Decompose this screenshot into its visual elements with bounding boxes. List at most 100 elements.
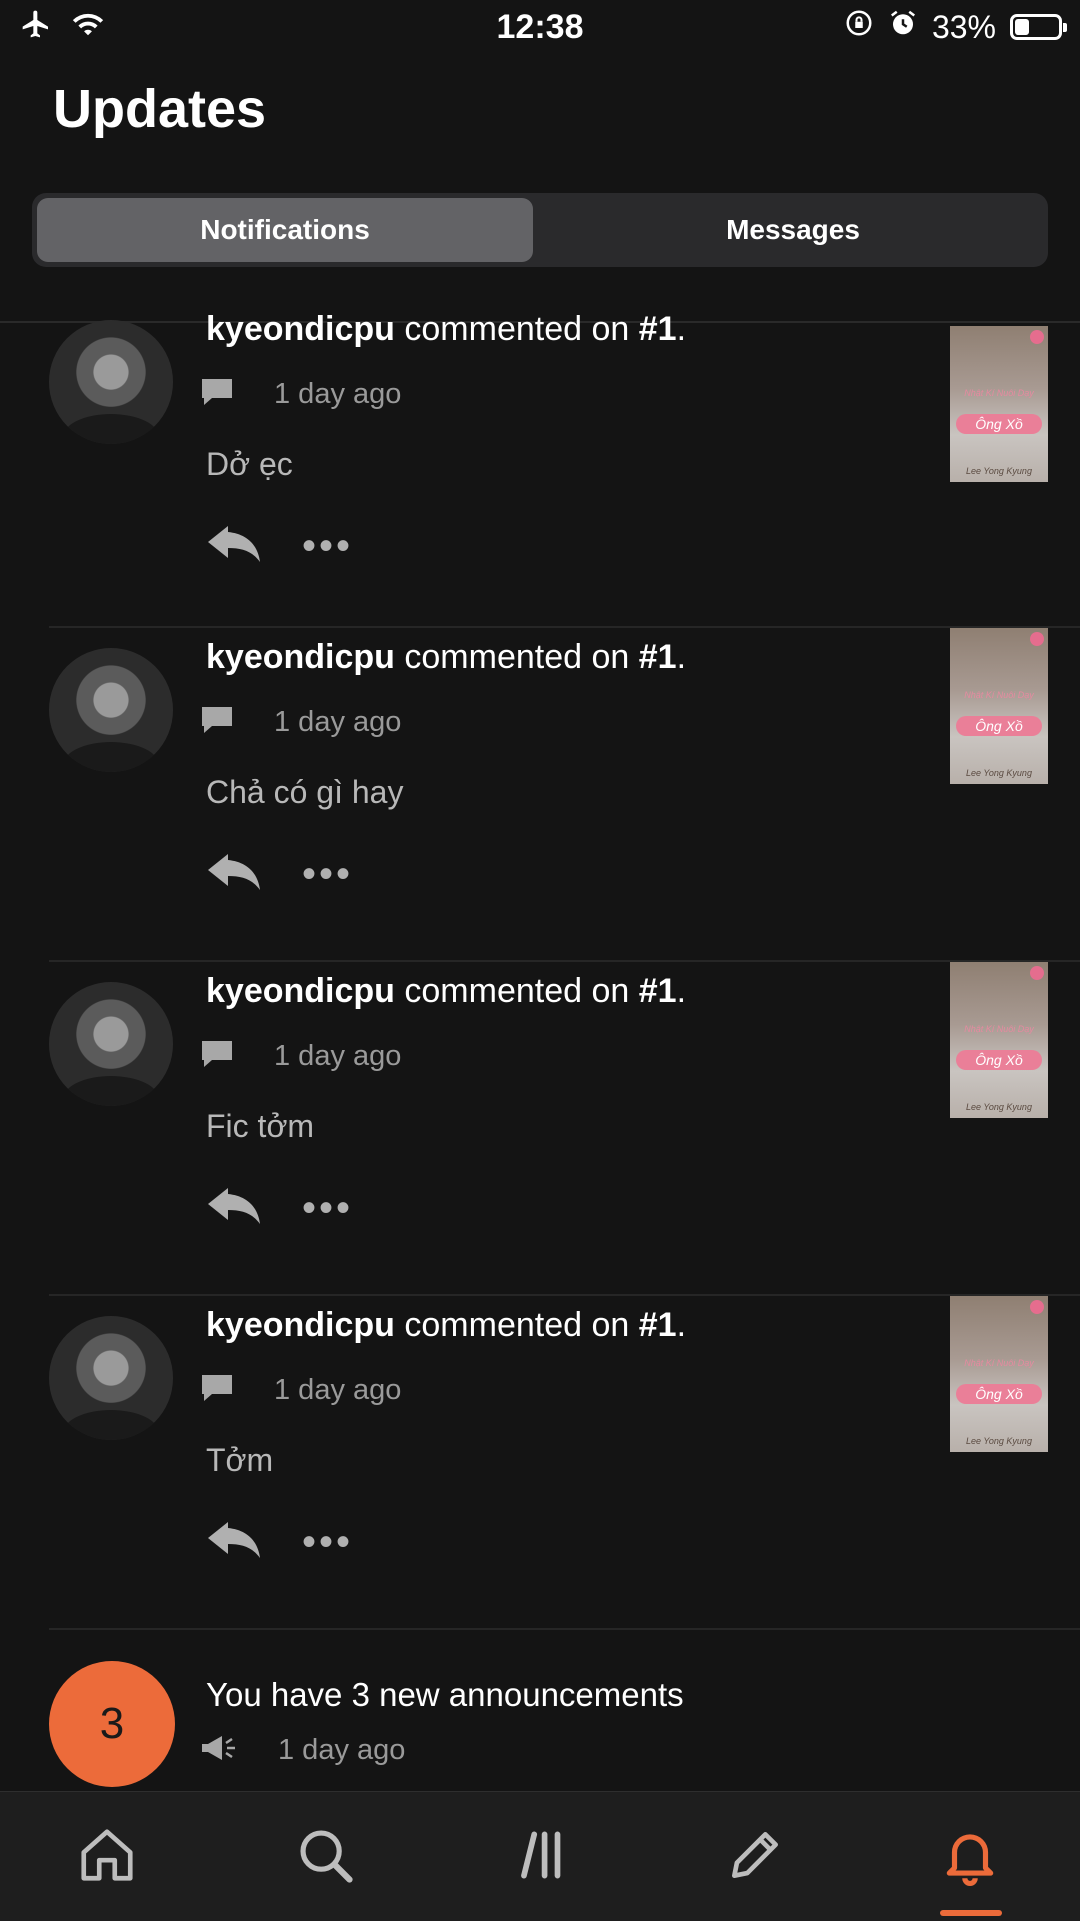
action-text: commented on xyxy=(404,1306,630,1344)
timestamp: 1 day ago xyxy=(274,1374,402,1406)
avatar[interactable] xyxy=(49,320,173,444)
notification-actions: ••• xyxy=(206,850,353,897)
notification-actions: ••• xyxy=(206,1184,353,1231)
notification-meta: 1 day ago xyxy=(200,1038,401,1075)
tab-notifications[interactable]: Notifications xyxy=(37,198,533,262)
cover-subtitle: Nhật Kí Nuôi Dạy xyxy=(964,1024,1034,1034)
username[interactable]: kyeondicpu xyxy=(206,972,395,1010)
story-cover-thumbnail[interactable]: Nhật Kí Nuôi Dạy Ông Xồ Lee Yong Kyung xyxy=(950,326,1048,482)
cover-title: Ông Xồ xyxy=(956,1384,1042,1404)
more-options-icon[interactable]: ••• xyxy=(302,526,353,566)
cover-subtitle: Nhật Kí Nuôi Dạy xyxy=(964,388,1034,398)
notification-item[interactable]: kyeondicpu commented on #1. 1 day ago Ch… xyxy=(0,628,1080,962)
notification-actions: ••• xyxy=(206,1518,353,1565)
alarm-icon xyxy=(888,8,918,46)
headline-period: . xyxy=(676,1306,687,1344)
reply-icon[interactable] xyxy=(206,1184,262,1231)
cover-badge-icon xyxy=(1030,330,1044,344)
cover-author: Lee Yong Kyung xyxy=(966,1436,1032,1446)
megaphone-icon xyxy=(200,1734,238,1767)
tab-messages[interactable]: Messages xyxy=(545,198,1041,262)
notification-meta: 1 day ago xyxy=(200,1372,401,1409)
item-divider xyxy=(49,1628,1080,1630)
action-text: commented on xyxy=(404,972,630,1010)
notification-item[interactable]: kyeondicpu commented on #1. 1 day ago Tở… xyxy=(0,1296,1080,1630)
comment-text[interactable]: Chả có gì hay xyxy=(206,774,403,811)
action-text: commented on xyxy=(404,638,630,676)
headline-period: . xyxy=(676,972,687,1010)
announcement-text[interactable]: You have 3 new announcements xyxy=(206,1676,684,1714)
reply-icon[interactable] xyxy=(206,522,262,569)
write-icon[interactable] xyxy=(715,1820,795,1890)
story-part-link[interactable]: #1 xyxy=(639,1306,677,1344)
comment-icon xyxy=(200,1038,234,1075)
reply-icon[interactable] xyxy=(206,1518,262,1565)
story-part-link[interactable]: #1 xyxy=(639,310,677,348)
avatar[interactable] xyxy=(49,648,173,772)
notification-item[interactable]: kyeondicpu commented on #1. 1 day ago Fi… xyxy=(0,962,1080,1296)
status-bar: 12:38 33% xyxy=(0,0,1080,56)
notification-meta: 1 day ago xyxy=(200,376,401,413)
more-options-icon[interactable]: ••• xyxy=(302,854,353,894)
cover-author: Lee Yong Kyung xyxy=(966,466,1032,476)
avatar[interactable] xyxy=(49,1316,173,1440)
announcement-meta: 1 day ago xyxy=(200,1734,405,1767)
comment-icon xyxy=(200,1372,234,1409)
cover-badge-icon xyxy=(1030,632,1044,646)
cover-title: Ông Xồ xyxy=(956,716,1042,736)
comment-text[interactable]: Dở ẹc xyxy=(206,446,293,483)
avatar[interactable] xyxy=(49,982,173,1106)
notification-list: kyeondicpu commented on #1. 1 day ago Dở… xyxy=(0,310,1080,1630)
battery-icon xyxy=(1010,14,1067,40)
story-cover-thumbnail[interactable]: Nhật Kí Nuôi Dạy Ông Xồ Lee Yong Kyung xyxy=(950,962,1048,1118)
notification-headline[interactable]: kyeondicpu commented on #1. xyxy=(206,638,686,677)
search-icon[interactable] xyxy=(285,1820,365,1890)
cover-title: Ông Xồ xyxy=(956,1050,1042,1070)
username[interactable]: kyeondicpu xyxy=(206,1306,395,1344)
cover-author: Lee Yong Kyung xyxy=(966,1102,1032,1112)
notification-item[interactable]: kyeondicpu commented on #1. 1 day ago Dở… xyxy=(0,310,1080,628)
notification-actions: ••• xyxy=(206,522,353,569)
comment-text[interactable]: Fic tởm xyxy=(206,1108,314,1145)
timestamp: 1 day ago xyxy=(274,378,402,410)
timestamp: 1 day ago xyxy=(274,1040,402,1072)
story-cover-thumbnail[interactable]: Nhật Kí Nuôi Dạy Ông Xồ Lee Yong Kyung xyxy=(950,628,1048,784)
announcement-count-badge[interactable]: 3 xyxy=(49,1661,175,1787)
more-options-icon[interactable]: ••• xyxy=(302,1522,353,1562)
cover-badge-icon xyxy=(1030,1300,1044,1314)
cover-subtitle: Nhật Kí Nuôi Dạy xyxy=(964,690,1034,700)
comment-icon xyxy=(200,704,234,741)
headline-period: . xyxy=(676,638,687,676)
cover-title: Ông Xồ xyxy=(956,414,1042,434)
segmented-control: Notifications Messages xyxy=(32,193,1048,267)
bell-icon[interactable] xyxy=(930,1820,1010,1890)
announcement-item[interactable]: 3 You have 3 new announcements 1 day ago xyxy=(0,1650,1080,1790)
timestamp: 1 day ago xyxy=(274,706,402,738)
page-title: Updates xyxy=(53,79,267,139)
reply-icon[interactable] xyxy=(206,850,262,897)
bottom-tab-bar xyxy=(0,1791,1080,1921)
battery-percent: 33% xyxy=(931,8,996,45)
story-part-link[interactable]: #1 xyxy=(639,638,677,676)
library-icon[interactable] xyxy=(502,1820,582,1890)
cover-author: Lee Yong Kyung xyxy=(966,768,1032,778)
username[interactable]: kyeondicpu xyxy=(206,310,395,348)
home-icon[interactable] xyxy=(67,1820,147,1890)
comment-icon xyxy=(200,376,234,413)
comment-text[interactable]: Tởm xyxy=(206,1442,273,1479)
action-text: commented on xyxy=(404,310,630,348)
timestamp: 1 day ago xyxy=(278,1734,406,1766)
story-part-link[interactable]: #1 xyxy=(639,972,677,1010)
notification-meta: 1 day ago xyxy=(200,704,401,741)
headline-period: . xyxy=(676,310,687,348)
notification-headline[interactable]: kyeondicpu commented on #1. xyxy=(206,972,686,1011)
notification-headline[interactable]: kyeondicpu commented on #1. xyxy=(206,310,686,349)
orientation-lock-icon xyxy=(844,8,874,46)
notification-headline[interactable]: kyeondicpu commented on #1. xyxy=(206,1306,686,1345)
more-options-icon[interactable]: ••• xyxy=(302,1188,353,1228)
story-cover-thumbnail[interactable]: Nhật Kí Nuôi Dạy Ông Xồ Lee Yong Kyung xyxy=(950,1296,1048,1452)
cover-subtitle: Nhật Kí Nuôi Dạy xyxy=(964,1358,1034,1368)
username[interactable]: kyeondicpu xyxy=(206,638,395,676)
cover-badge-icon xyxy=(1030,966,1044,980)
active-tab-indicator xyxy=(940,1910,1002,1916)
